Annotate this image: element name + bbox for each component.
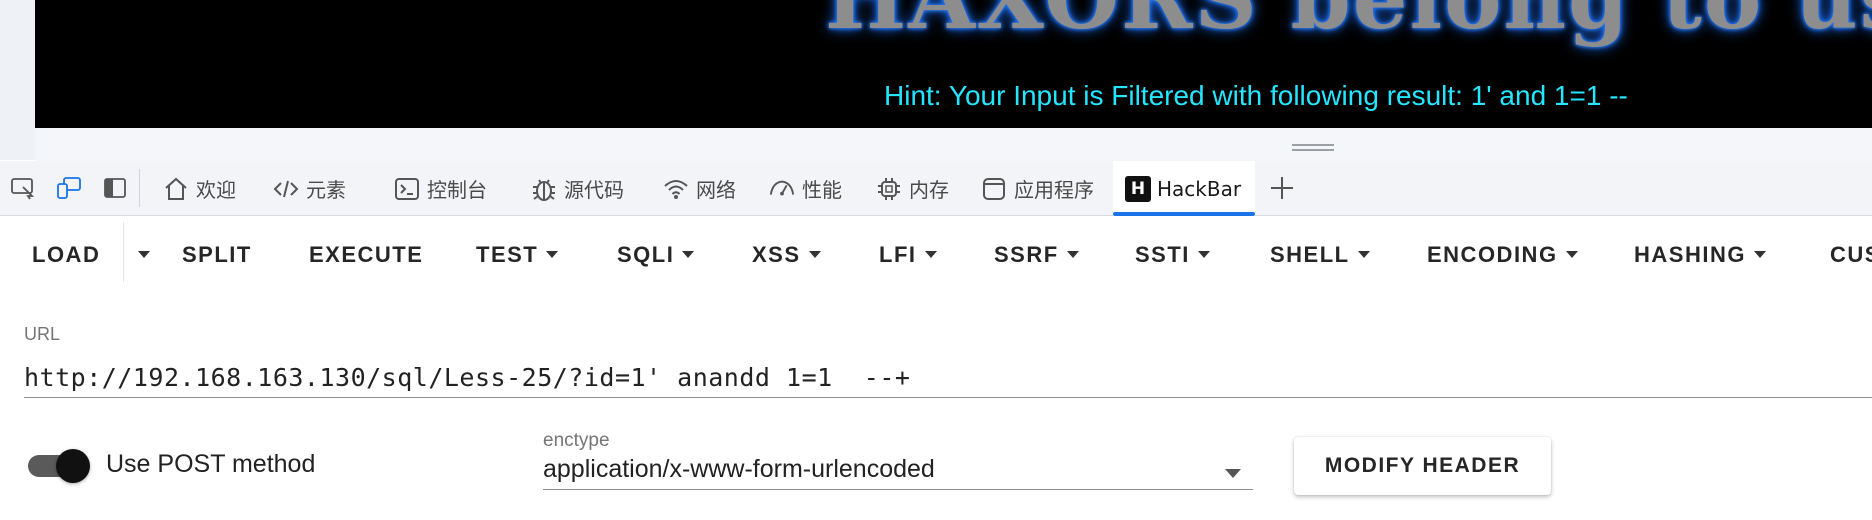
tab-application[interactable]: 应用程序	[980, 161, 1094, 216]
menu-label: ENCODING	[1427, 242, 1558, 267]
tab-label: 应用程序	[1014, 178, 1094, 202]
menu-label: HASHING	[1634, 242, 1746, 267]
split-button[interactable]: SPLIT	[182, 242, 252, 268]
toolbar-divider	[139, 169, 140, 207]
chevron-down-icon	[924, 250, 937, 258]
enctype-value[interactable]: application/x-www-form-urlencoded	[543, 455, 935, 484]
custom-menu[interactable]: CUS	[1830, 242, 1872, 268]
tab-label: HackBar	[1157, 176, 1242, 201]
dropdown-arrow-icon[interactable]	[1225, 469, 1241, 478]
chip-icon	[875, 175, 903, 203]
code-brackets-icon	[272, 175, 300, 203]
tab-label: 控制台	[427, 178, 487, 202]
hackbar-logo-icon: H	[1125, 175, 1151, 202]
chevron-down-icon	[1357, 250, 1370, 258]
lfi-menu[interactable]: LFI	[879, 242, 937, 268]
encoding-menu[interactable]: ENCODING	[1427, 242, 1578, 268]
tab-label: 网络	[696, 178, 736, 202]
device-emulation-icon[interactable]	[55, 175, 83, 201]
page-banner: HAXORS belong to us!	[825, 0, 1872, 49]
menu-label: SSRF	[994, 242, 1059, 267]
tab-hackbar[interactable]: H HackBar	[1113, 161, 1256, 216]
tab-label: 源代码	[564, 178, 624, 202]
chevron-down-icon	[1753, 250, 1766, 258]
tab-network[interactable]: 网络	[662, 161, 736, 216]
chevron-down-icon	[1066, 250, 1079, 258]
tab-elements[interactable]: 元素	[272, 161, 346, 216]
enctype-underline	[543, 489, 1253, 490]
console-icon	[393, 175, 421, 203]
performance-gauge-icon	[768, 175, 796, 203]
application-icon	[980, 175, 1008, 203]
shell-menu[interactable]: SHELL	[1270, 242, 1370, 268]
inspect-element-icon[interactable]	[9, 175, 37, 201]
menu-label: SQLI	[617, 242, 675, 267]
chevron-down-icon	[1197, 250, 1210, 258]
menu-label: XSS	[752, 242, 801, 267]
bug-icon	[530, 175, 558, 203]
chevron-down-icon	[546, 250, 559, 258]
post-method-label: Use POST method	[106, 450, 316, 478]
tab-performance[interactable]: 性能	[768, 161, 842, 216]
hackbar-menu: LOAD SPLIT EXECUTE TEST SQLI XSS LFI SSR…	[0, 216, 1872, 294]
url-label: URL	[24, 324, 61, 344]
chevron-down-icon	[682, 250, 695, 258]
menu-label: TEST	[476, 242, 539, 267]
dock-panel-icon[interactable]	[101, 175, 129, 201]
load-button[interactable]: LOAD	[32, 242, 100, 268]
chevron-down-icon	[808, 250, 821, 258]
ssrf-menu[interactable]: SSRF	[994, 242, 1079, 268]
url-input[interactable]	[24, 356, 1872, 398]
wifi-icon	[662, 175, 690, 203]
tab-console[interactable]: 控制台	[393, 161, 487, 216]
modify-header-button[interactable]: MODIFY HEADER	[1294, 437, 1551, 495]
test-menu[interactable]: TEST	[476, 242, 559, 268]
toggle-knob[interactable]	[56, 449, 90, 483]
left-gutter	[0, 0, 35, 160]
load-dropdown-button[interactable]	[130, 242, 150, 268]
url-underline	[24, 397, 1872, 398]
add-tab-button[interactable]	[1267, 173, 1297, 203]
tab-label: 元素	[306, 178, 346, 202]
chevron-down-icon	[138, 250, 150, 258]
tab-label: 性能	[802, 178, 842, 202]
hashing-menu[interactable]: HASHING	[1634, 242, 1766, 268]
tab-label: 欢迎	[196, 178, 236, 202]
enctype-label: enctype	[543, 430, 610, 451]
ssti-menu[interactable]: SSTI	[1135, 242, 1210, 268]
page-viewport: HAXORS belong to us! Hint: Your Input is…	[35, 0, 1872, 128]
tab-label: 内存	[909, 178, 949, 202]
filter-hint: Hint: Your Input is Filtered with follow…	[884, 80, 1628, 111]
drag-handle-icon[interactable]	[1292, 144, 1334, 151]
xss-menu[interactable]: XSS	[752, 242, 821, 268]
tab-sources[interactable]: 源代码	[530, 161, 624, 216]
panel-splitter[interactable]	[35, 128, 1872, 161]
menu-label: LFI	[879, 242, 917, 267]
home-icon	[162, 175, 190, 203]
plus-icon	[1271, 177, 1293, 199]
tab-welcome[interactable]: 欢迎	[162, 161, 236, 216]
execute-button[interactable]: EXECUTE	[309, 242, 423, 268]
menu-label: SSTI	[1135, 242, 1190, 267]
chevron-down-icon	[1565, 250, 1578, 258]
devtools-tab-bar: 欢迎 元素 控制台 源代码 网络 性能 内存 应用程序 H HackBar	[0, 161, 1872, 216]
sqli-menu[interactable]: SQLI	[617, 242, 695, 268]
menu-label: SHELL	[1270, 242, 1350, 267]
menu-divider	[123, 222, 124, 282]
tab-memory[interactable]: 内存	[875, 161, 949, 216]
